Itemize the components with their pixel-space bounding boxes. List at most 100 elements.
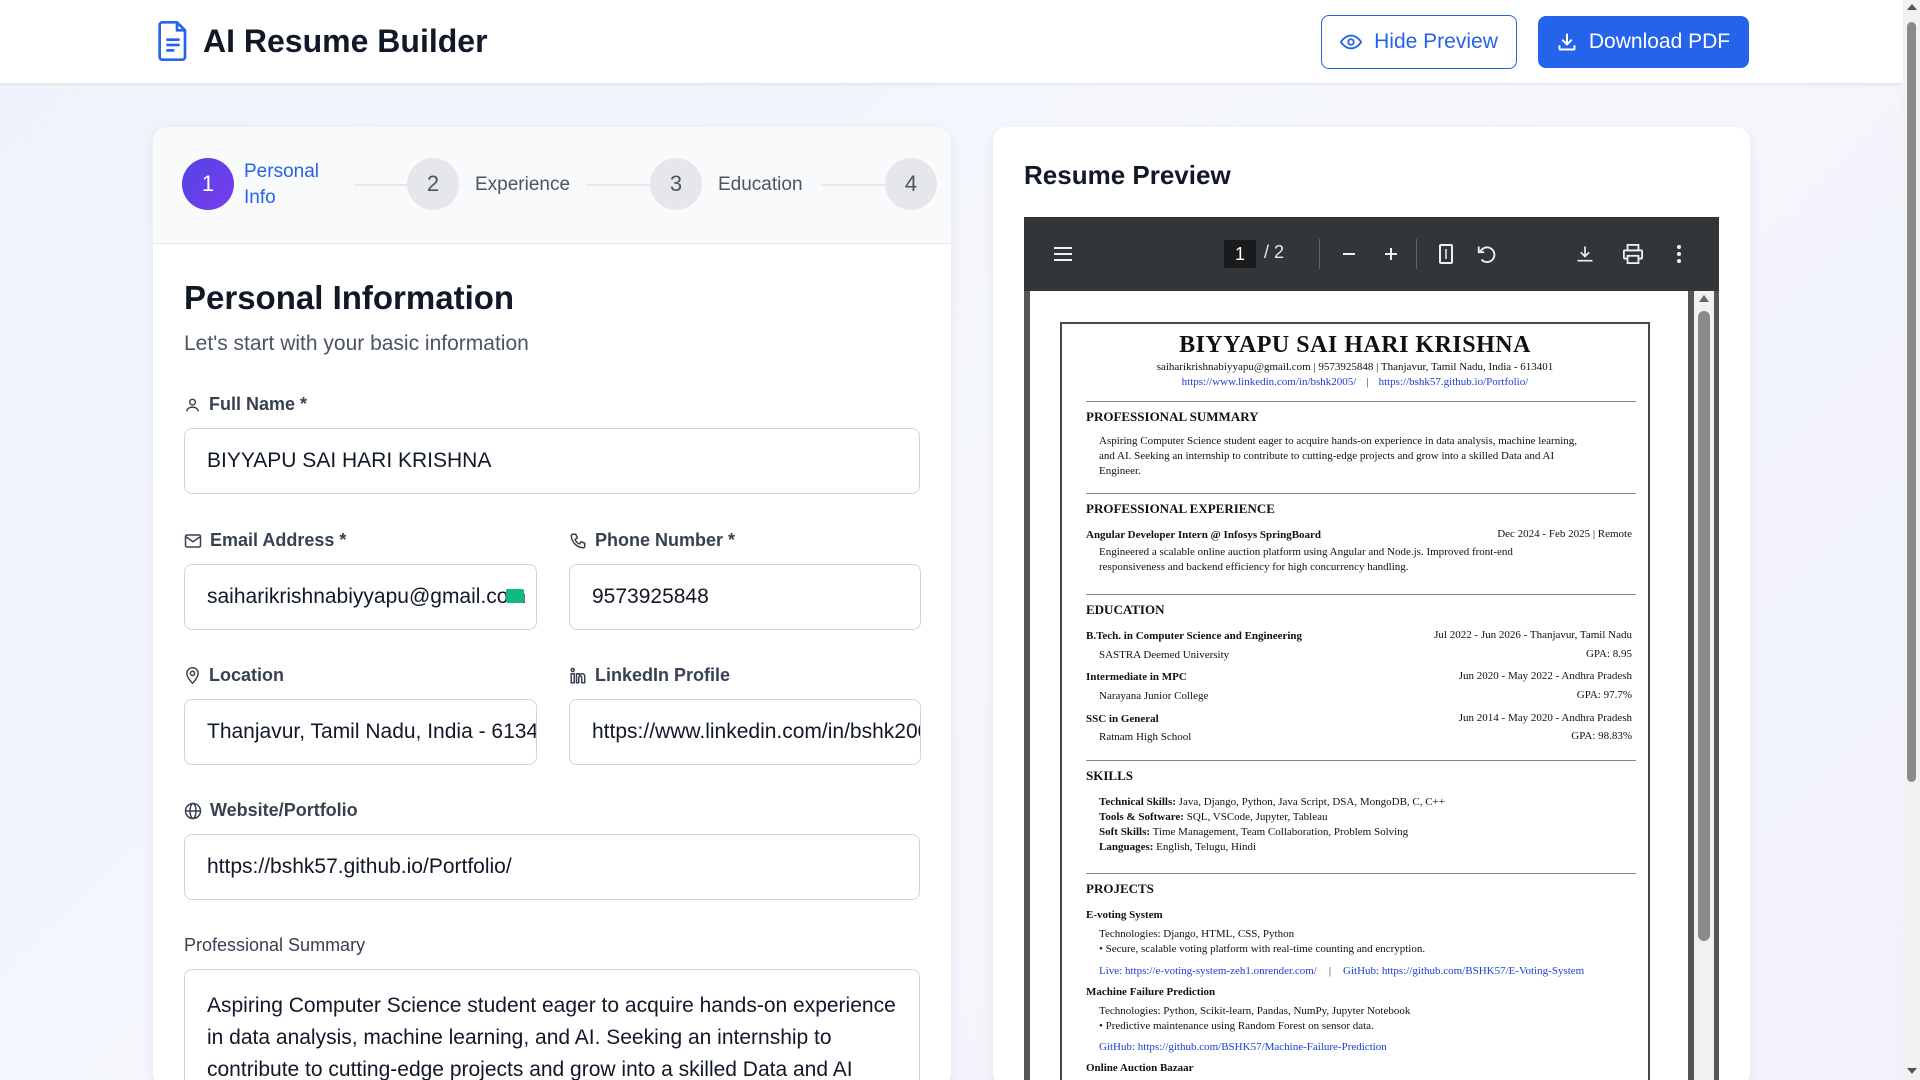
fit-page-icon[interactable] — [1431, 239, 1461, 269]
resume-portfolio-link[interactable]: https://bshk57.github.io/Portfolio/ — [1379, 376, 1529, 388]
email-label: Email Address * — [184, 530, 346, 551]
linkedin-input[interactable]: https://www.linkedin.com/in/bshk2005/ — [569, 699, 921, 765]
resume-project-tech: Technologies: Python, Scikit-learn, Pand… — [1099, 1005, 1411, 1017]
rotate-icon[interactable] — [1472, 239, 1502, 269]
document-icon — [158, 21, 187, 61]
resume-project-title: Online Auction Bazaar — [1086, 1062, 1194, 1074]
resume-projects-heading: PROJECTS — [1086, 873, 1636, 897]
toolbar-divider — [1416, 239, 1417, 269]
more-options-icon[interactable] — [1664, 239, 1694, 269]
resume-project-title: Machine Failure Prediction — [1086, 986, 1216, 998]
location-input[interactable]: Thanjavur, Tamil Nadu, India - 613401 — [184, 699, 537, 765]
resume-linkedin-link[interactable]: https://www.linkedin.com/in/bshk2005/ — [1182, 376, 1357, 388]
step-1-label[interactable]: Personal Info — [244, 159, 319, 211]
app-title: AI Resume Builder — [203, 22, 488, 59]
resume-project-title: E-voting System — [1086, 909, 1163, 921]
summary-textarea[interactable]: Aspiring Computer Science student eager … — [184, 969, 920, 1080]
resume-project-live-link[interactable]: Live: https://e-voting-system-zeh1.onren… — [1099, 965, 1317, 977]
resume-project-github-link[interactable]: GitHub: https://github.com/BSHK57/E-Voti… — [1343, 965, 1584, 977]
phone-label: Phone Number * — [569, 530, 735, 551]
zoom-in-icon[interactable] — [1376, 239, 1406, 269]
phone-icon — [570, 533, 586, 548]
step-2-circle[interactable]: 2 — [407, 158, 459, 210]
resume-project-desc: • Secure, scalable voting platform with … — [1099, 943, 1426, 955]
scroll-up-icon[interactable] — [1907, 4, 1917, 10]
summary-label: Professional Summary — [184, 935, 366, 955]
resume-edu-degree: Intermediate in MPC — [1086, 671, 1187, 683]
scroll-thumb[interactable] — [1907, 22, 1916, 782]
full-name-input[interactable]: BIYYAPU SAI HARI KRISHNA — [184, 428, 920, 494]
resume-edu-dates: Jul 2022 - Jun 2026 - Thanjavur, Tamil N… — [1434, 629, 1632, 641]
linkedin-icon — [570, 667, 586, 683]
step-1-label-line2: Info — [244, 187, 276, 208]
resume-edu-grade: GPA: 8.95 — [1585, 648, 1632, 660]
step-3-label[interactable]: Education — [718, 172, 803, 198]
brand: AI Resume Builder — [157, 21, 488, 61]
skill-value: Time Management, Team Collaboration, Pro… — [1152, 826, 1409, 838]
linkedin-label-text: LinkedIn Profile — [595, 665, 731, 685]
resume-skill-row: Soft Skills: Time Management, Team Colla… — [1099, 825, 1639, 840]
phone-input[interactable]: 9573925848 — [569, 564, 921, 630]
download-icon — [1558, 33, 1576, 51]
menu-icon[interactable] — [1048, 239, 1078, 269]
location-label: Location — [184, 665, 284, 686]
resume-exp-line: responsiveness and backend efficiency fo… — [1099, 561, 1409, 573]
page-scrollbar[interactable] — [1903, 0, 1920, 1080]
resume-edu-degree: B.Tech. in Computer Science and Engineer… — [1086, 630, 1303, 642]
page-total: / 2 — [1264, 242, 1285, 262]
resume-exp-title: Angular Developer Intern @ Infosys Sprin… — [1086, 529, 1322, 541]
resume-summary-text: Aspiring Computer Science student eager … — [1099, 434, 1639, 479]
resume-edu-school: Ratnam High School — [1099, 731, 1192, 743]
scroll-down-icon[interactable] — [1907, 1068, 1917, 1074]
resume-skill-row: Tools & Software: SQL, VSCode, Jupyter, … — [1099, 810, 1639, 825]
resume-skills-heading: SKILLS — [1086, 760, 1636, 784]
email-input[interactable]: saiharikrishnabiyyapu@gmail.com — [184, 564, 537, 630]
hide-preview-button[interactable]: Hide Preview — [1321, 15, 1517, 69]
skill-key: Technical Skills: — [1099, 796, 1176, 808]
pdf-page: BIYYAPU SAI HARI KRISHNA saiharikrishnab… — [1030, 291, 1688, 1080]
resume-project-github-link[interactable]: GitHub: https://github.com/BSHK57/Machin… — [1099, 1040, 1387, 1055]
resume-edu-school: Narayana Junior College — [1099, 690, 1209, 702]
resume-project-tech: Technologies: Django, HTML, CSS, Python — [1099, 928, 1295, 940]
preview-title: Resume Preview — [1024, 160, 1231, 190]
hide-preview-label: Hide Preview — [1374, 30, 1498, 53]
skill-key: Soft Skills: — [1099, 826, 1151, 838]
resume-edu-dates: Jun 2020 - May 2022 - Andhra Pradesh — [1458, 670, 1632, 682]
page-number-input[interactable]: 1 — [1224, 240, 1256, 268]
resume-name: BIYYAPU SAI HARI KRISHNA — [1179, 332, 1531, 358]
print-icon[interactable] — [1618, 239, 1648, 269]
step-connector — [587, 184, 650, 186]
resume-link-separator: | — [1366, 376, 1369, 388]
download-pdf-label: Download PDF — [1588, 30, 1731, 53]
pdf-scroll-thumb[interactable] — [1698, 311, 1710, 941]
website-label-text: Website/Portfolio — [210, 800, 358, 820]
step-1-label-line1: Personal — [244, 161, 319, 182]
stepper: 1 Personal Info 2 Experience 3 Education… — [153, 127, 951, 244]
resume-exp-desc: Engineered a scalable online auction pla… — [1099, 545, 1619, 575]
step-3-circle[interactable]: 3 — [650, 158, 702, 210]
map-pin-icon — [186, 667, 199, 685]
pdf-scroll-up-icon[interactable] — [1699, 295, 1709, 302]
resume-contact: saiharikrishnabiyyapu@gmail.com | 957392… — [1156, 361, 1554, 373]
globe-icon — [184, 802, 202, 819]
step-connector — [355, 184, 407, 186]
autofill-icon[interactable] — [506, 589, 524, 603]
website-input[interactable]: https://bshk57.github.io/Portfolio/ — [184, 834, 920, 900]
resume-skill-row: Languages: English, Telugu, Hindi — [1099, 840, 1639, 855]
resume-edu-grade: GPA: 97.7% — [1576, 689, 1632, 701]
zoom-out-icon[interactable] — [1334, 239, 1364, 269]
step-connector — [821, 184, 885, 186]
step-2-label[interactable]: Experience — [475, 172, 570, 198]
full-name-label: Full Name * — [184, 394, 307, 415]
pdf-scrollbar[interactable] — [1694, 291, 1714, 1080]
step-4-circle[interactable]: 4 — [885, 158, 937, 210]
pdf-download-icon[interactable] — [1570, 239, 1600, 269]
resume-project-desc: • Predictive maintenance using Random Fo… — [1099, 1020, 1374, 1032]
pdf-viewer[interactable]: 1 / 2 BIYYAPU SAI HARI KRISHNA saiharikr… — [1024, 217, 1719, 1080]
step-1-circle[interactable]: 1 — [182, 158, 234, 210]
section-subtitle: Let's start with your basic information — [184, 332, 529, 355]
resume-links: https://www.linkedin.com/in/bshk2005/ | ht… — [1062, 376, 1648, 388]
download-pdf-button[interactable]: Download PDF — [1538, 16, 1749, 68]
preview-card: Resume Preview 1 / 2 BIYYAPU SAI HARI KR… — [993, 127, 1750, 1080]
email-input-value: saiharikrishnabiyyapu@gmail.com — [207, 585, 526, 608]
